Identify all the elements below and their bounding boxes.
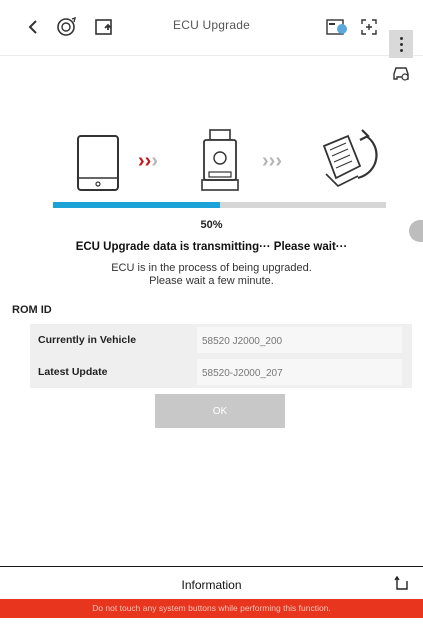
status-message: ECU Upgrade data is transmitting··· Plea… bbox=[75, 241, 348, 253]
back-icon[interactable] bbox=[18, 12, 48, 42]
screenshot-icon[interactable] bbox=[354, 12, 384, 42]
information-panel-header[interactable]: Information bbox=[0, 566, 423, 599]
warning-banner: Do not touch any system buttons while pe… bbox=[0, 599, 423, 618]
sync-icon[interactable] bbox=[51, 12, 81, 42]
rom-value: 58520-J2000_207 bbox=[197, 359, 402, 385]
transfer-arrows-left: › › › bbox=[138, 150, 158, 172]
arrow-icon: › bbox=[262, 150, 269, 172]
rom-id-label: ROM ID bbox=[12, 304, 52, 316]
ok-button[interactable]: OK bbox=[155, 394, 285, 428]
progress-bar bbox=[53, 202, 386, 208]
status-detail-line: Please wait a few minute. bbox=[149, 275, 274, 287]
screen-upload-icon[interactable] bbox=[90, 12, 120, 42]
tablet-icon bbox=[77, 135, 119, 191]
side-drawer-handle[interactable] bbox=[409, 220, 423, 242]
upgrade-illustration: › › › › › › bbox=[0, 120, 423, 200]
arrow-icon: › bbox=[275, 150, 282, 172]
status-detail: ECU is in the process of being upgraded.… bbox=[0, 262, 423, 288]
arrow-icon: › bbox=[151, 150, 158, 172]
more-icon[interactable] bbox=[389, 30, 413, 58]
expand-icon[interactable] bbox=[393, 575, 409, 591]
rom-value: 58520 J2000_200 bbox=[197, 327, 402, 353]
vci-device-icon bbox=[201, 129, 239, 191]
vci-icon[interactable] bbox=[322, 12, 352, 42]
status-detail-line: ECU is in the process of being upgraded. bbox=[111, 262, 312, 274]
arrow-icon: › bbox=[144, 150, 152, 172]
rom-key: Latest Update bbox=[38, 366, 108, 378]
rom-key: Currently in Vehicle bbox=[38, 334, 137, 346]
information-title: Information bbox=[181, 578, 242, 592]
arrow-icon: › bbox=[268, 150, 276, 172]
car-icon[interactable] bbox=[391, 64, 411, 82]
progress-fill bbox=[53, 202, 220, 208]
arrow-icon: › bbox=[138, 150, 145, 172]
rom-id-table: Currently in Vehicle 58520 J2000_200 Lat… bbox=[30, 324, 412, 388]
table-row: Currently in Vehicle 58520 J2000_200 bbox=[30, 324, 412, 356]
ecu-icon bbox=[322, 129, 378, 187]
table-row: Latest Update 58520-J2000_207 bbox=[30, 356, 412, 388]
toolbar: ECU Upgrade bbox=[0, 0, 423, 58]
progress-percent: 50% bbox=[200, 219, 223, 231]
transfer-arrows-right: › › › bbox=[262, 150, 282, 172]
